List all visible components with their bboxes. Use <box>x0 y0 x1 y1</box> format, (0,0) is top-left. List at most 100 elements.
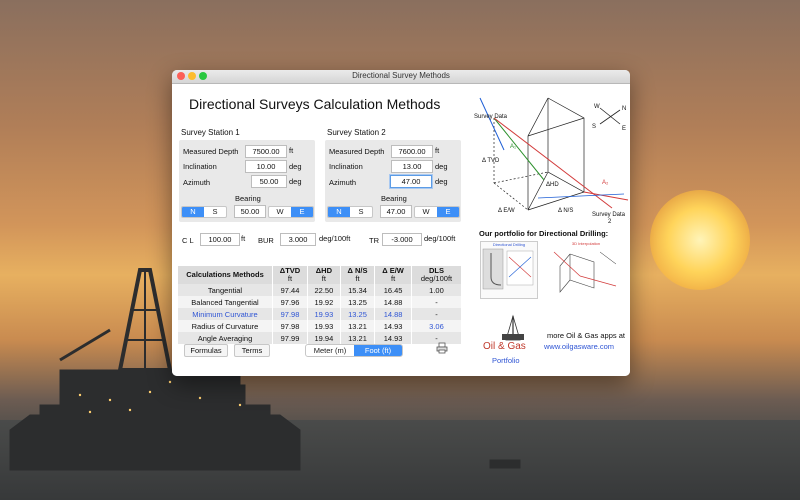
station2-bearing-field[interactable]: 47.00 <box>380 205 412 218</box>
station2-az-unit: deg <box>435 177 448 186</box>
oil-gas-logo-text: Oil & Gas <box>483 341 526 352</box>
station2-az-field[interactable]: 47.00 <box>390 175 432 188</box>
station2-title: Survey Station 2 <box>327 128 386 137</box>
terms-button[interactable]: Terms <box>234 344 270 357</box>
table-row: Angle Averaging 97.99 19.94 13.21 14.93 … <box>178 332 463 344</box>
col-header-dew: Δ E/W ft <box>374 266 412 284</box>
table-cell: 1.00 <box>411 284 463 296</box>
bur-unit: deg/100ft <box>319 234 351 243</box>
tr-field[interactable]: -3.000 <box>382 233 422 246</box>
app-title: Directional Surveys Calculation Methods <box>189 96 441 112</box>
3d-interpolation-thumbnail[interactable]: 3D Interpolation <box>550 241 622 297</box>
station1-ew-segment[interactable]: W E <box>268 206 314 218</box>
table-cell: Tangential <box>178 284 273 296</box>
station1-md-label: Measured Depth <box>183 147 239 156</box>
table-cell: Angle Averaging <box>178 332 273 344</box>
diagram-dew-label: Δ E/W <box>498 208 515 214</box>
col-header-dhd: ΔHD ft <box>307 266 341 284</box>
station1-e-option[interactable]: E <box>291 207 313 217</box>
station1-md-field[interactable]: 7500.00 <box>245 145 287 158</box>
diagram-survey-data2-num: 2 <box>608 219 612 225</box>
station2-e-option[interactable]: E <box>437 207 459 217</box>
bur-label: BUR <box>258 236 274 245</box>
table-cell: 14.93 <box>374 320 412 332</box>
table-row-highlighted: Minimum Curvature 97.98 19.93 13.25 14.8… <box>178 308 463 320</box>
table-row: Balanced Tangential 97.96 19.92 13.25 14… <box>178 296 463 308</box>
station1-inc-unit: deg <box>289 162 302 171</box>
table-cell: 15.34 <box>340 284 376 296</box>
table-cell: - <box>411 308 463 320</box>
table-cell: Radius of Curvature <box>178 320 273 332</box>
directional-drilling-thumbnail[interactable]: Directional Drilling <box>480 241 538 299</box>
table-cell: 13.21 <box>340 332 376 344</box>
oilgasware-link[interactable]: www.oilgasware.com <box>544 342 614 351</box>
meter-option[interactable]: Meter (m) <box>306 345 354 356</box>
tr-label: TR <box>369 236 379 245</box>
station2-inc-unit: deg <box>435 162 448 171</box>
table-cell: 16.45 <box>374 284 412 296</box>
diagram-a2-label: A₂ <box>602 180 609 186</box>
portfolio-link[interactable]: Portfolio <box>492 356 520 365</box>
oil-gas-logo-icon[interactable] <box>498 314 528 344</box>
cl-field[interactable]: 100.00 <box>200 233 240 246</box>
diagram-survey-data2-label: Survey Data <box>592 212 626 218</box>
thumb2-drawing <box>553 251 617 293</box>
table-cell: 14.88 <box>374 296 412 308</box>
col-header-dtvd: ΔTVD ft <box>272 266 308 284</box>
station1-n-option[interactable]: N <box>182 207 204 217</box>
station1-az-unit: deg <box>289 177 302 186</box>
diagram-dtvd-label: Δ TVD <box>482 158 500 164</box>
formulas-button[interactable]: Formulas <box>184 344 228 357</box>
table-cell: 13.25 <box>340 308 376 320</box>
compass-icon: W N S E <box>592 104 626 132</box>
table-cell: 19.93 <box>307 308 341 320</box>
table-cell: 97.98 <box>272 308 308 320</box>
station1-title: Survey Station 1 <box>181 128 240 137</box>
station1-ns-segment[interactable]: N S <box>181 206 227 218</box>
col-header-dns: Δ N/S ft <box>340 266 376 284</box>
station1-s-option[interactable]: S <box>204 207 226 217</box>
table-cell: 14.88 <box>374 308 412 320</box>
app-window: Directional Survey Methods Directional S… <box>172 70 630 376</box>
station1-az-field[interactable]: 50.00 <box>251 175 287 188</box>
title-bar[interactable]: Directional Survey Methods <box>172 70 630 84</box>
app-content: Directional Surveys Calculation Methods … <box>172 84 630 376</box>
unit-segment[interactable]: Meter (m) Foot (ft) <box>305 344 403 357</box>
station2-inc-field[interactable]: 13.00 <box>391 160 433 173</box>
station2-bearing-label: Bearing <box>381 194 407 203</box>
print-icon[interactable] <box>436 342 448 354</box>
station2-ew-segment[interactable]: W E <box>414 206 460 218</box>
bur-field[interactable]: 3.000 <box>280 233 316 246</box>
foot-option[interactable]: Foot (ft) <box>354 345 402 356</box>
col-header-dls: DLS deg/100ft <box>411 266 463 284</box>
station2-s-option[interactable]: S <box>350 207 372 217</box>
table-cell: Balanced Tangential <box>178 296 273 308</box>
station2-md-field[interactable]: 7600.00 <box>391 145 433 158</box>
table-header-row: Calculations Methods ΔTVD ft ΔHD ft Δ N/S f… <box>178 266 463 284</box>
table-cell: 14.93 <box>374 332 412 344</box>
table-cell: 19.92 <box>307 296 341 308</box>
compass-e: E <box>622 126 626 132</box>
station2-w-option[interactable]: W <box>415 207 437 217</box>
compass-w: W <box>594 104 600 110</box>
station1-panel: Measured Depth 7500.00 ft Inclination 10… <box>179 140 315 222</box>
table-cell: 13.21 <box>340 320 376 332</box>
station2-n-option[interactable]: N <box>328 207 350 217</box>
station1-az-label: Azimuth <box>183 178 211 187</box>
table-cell: Minimum Curvature <box>178 308 273 320</box>
station1-bearing-field[interactable]: 50.00 <box>234 205 266 218</box>
compass-s: S <box>592 124 596 130</box>
station1-inc-label: Inclination <box>183 162 217 171</box>
station1-w-option[interactable]: W <box>269 207 291 217</box>
station1-bearing-label: Bearing <box>235 194 261 203</box>
survey-3d-diagram: Survey Data Survey Data 2 Δ TVD ΔHD Δ N/… <box>474 97 629 225</box>
station2-ns-segment[interactable]: N S <box>327 206 373 218</box>
station2-az-label: Azimuth <box>329 178 357 187</box>
table-cell: 3.06 <box>411 320 463 332</box>
table-cell: 97.96 <box>272 296 308 308</box>
station2-inc-label: Inclination <box>329 162 363 171</box>
table-cell: 97.44 <box>272 284 308 296</box>
station1-inc-field[interactable]: 10.00 <box>245 160 287 173</box>
diagram-dhd-label: ΔHD <box>546 182 559 188</box>
diagram-a1-label: A₁ <box>510 144 516 150</box>
